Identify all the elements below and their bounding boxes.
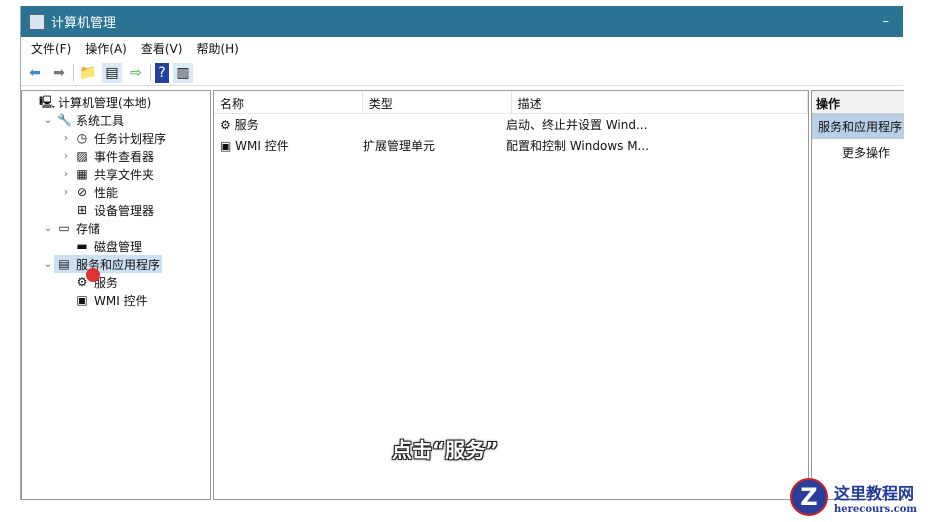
item-description: 配置和控制 Windows M... [506, 139, 649, 153]
help-icon[interactable]: ? [155, 62, 169, 83]
tree-item-label: 任务计划程序 [94, 131, 167, 146]
item-name: WMI 控件 [235, 139, 289, 153]
export-list-icon[interactable]: ⇨ [126, 63, 146, 83]
show-hide-tree-icon[interactable]: ▤ [102, 62, 122, 83]
expand-arrow-icon[interactable]: › [60, 187, 72, 198]
watermark-url: herecours.com [834, 503, 918, 515]
item-description: 启动、终止并设置 Wind... [506, 118, 648, 132]
watermark-logo: Z 这里教程网 herecours.com [790, 478, 917, 516]
toolbar-separator [73, 63, 74, 82]
item-name: 服务 [234, 118, 259, 132]
wmi-icon: ▣ [220, 139, 236, 153]
list-item[interactable]: ▣ WMI 控件 扩展管理单元 配置和控制 Windows M... [214, 135, 808, 156]
tools-icon: 🔧 [57, 113, 72, 127]
menu-help[interactable]: 帮助(H) [196, 40, 238, 57]
toolbar: ⬅ ➡ 📁 ▤ ⇨ ? ▥ [21, 60, 903, 86]
up-folder-icon[interactable]: 📁 [78, 63, 98, 83]
watermark-title: 这里教程网 [834, 483, 915, 503]
forward-icon[interactable]: ➡ [49, 63, 69, 83]
storage-icon: ▭ [58, 221, 70, 235]
more-actions-link[interactable]: 更多操作 [812, 139, 904, 161]
tree-item[interactable]: ⚙ 服务 [22, 273, 210, 291]
actions-header: 操作 [812, 91, 904, 114]
gear-icon: ⚙ [220, 118, 235, 132]
tree-item[interactable]: ▬ 磁盘管理 [22, 237, 210, 255]
column-description[interactable]: 描述 [512, 91, 809, 113]
expand-arrow-icon[interactable]: ⌄ [42, 259, 54, 270]
computer-management-window: 计算机管理 – 文件(F) 操作(A) 查看(V) 帮助(H) ⬅ ➡ 📁 ▤ … [20, 6, 904, 500]
tree-item[interactable]: 🖳 计算机管理(本地) [22, 93, 210, 111]
caption: 点击“服务” [392, 438, 499, 462]
tree-item[interactable]: ▣ WMI 控件 [22, 291, 210, 309]
tree-item[interactable]: › ⊘ 性能 [22, 183, 210, 201]
clock-icon: ◷ [76, 131, 88, 145]
performance-icon: ⊘ [76, 185, 88, 199]
actions-section[interactable]: 服务和应用程序 [812, 114, 904, 139]
computer-management-icon [29, 13, 45, 30]
computer-icon: 🖳 [39, 95, 56, 109]
shared-folder-icon: ▦ [76, 167, 88, 181]
expand-arrow-icon[interactable]: ⌄ [42, 223, 54, 234]
item-type: 扩展管理单元 [363, 139, 436, 153]
tree-item[interactable]: ▤ 服务和应用程序 [54, 255, 163, 273]
menu-view[interactable]: 查看(V) [141, 40, 183, 57]
event-viewer-icon: ▨ [76, 149, 88, 163]
minimize-button[interactable]: – [883, 14, 890, 29]
disk-icon: ▬ [76, 239, 88, 253]
window-title: 计算机管理 [51, 16, 117, 31]
logo-z-icon: Z [790, 478, 828, 516]
expand-arrow-icon[interactable]: › [60, 169, 72, 180]
tree-item-label: 磁盘管理 [94, 239, 143, 254]
tree-item-label: 计算机管理(本地) [58, 95, 152, 110]
column-name[interactable]: 名称 [214, 91, 363, 113]
tree-item[interactable]: › ▨ 事件查看器 [22, 147, 210, 165]
show-hide-action-pane-icon[interactable]: ▥ [173, 62, 193, 83]
tree-item-label: 设备管理器 [94, 203, 155, 218]
tree-item-label: WMI 控件 [94, 293, 148, 308]
expand-arrow-icon[interactable]: › [60, 133, 72, 144]
list-header: 名称 类型 描述 [214, 91, 809, 114]
tree-pane: 🖳 计算机管理(本地) ⌄ 🔧 系统工具 › ◷ 任务计划程序 › ▨ 事件查看器 › ▦ 共享文件夹 › ⊘… [21, 90, 211, 500]
tree-item[interactable]: › ◷ 任务计划程序 [22, 129, 210, 147]
tree-row: ⌄ ▤ 服务和应用程序 [22, 255, 210, 273]
tree-item-label: 存储 [76, 221, 101, 236]
list-item[interactable]: ⚙ 服务 启动、终止并设置 Wind... [214, 114, 808, 135]
tree-item-label: 共享文件夹 [94, 167, 155, 182]
tree-item[interactable]: ⌄ ▭ 存储 [22, 219, 210, 237]
title-bar: 计算机管理 – [21, 6, 903, 37]
device-manager-icon: ⊞ [76, 203, 88, 217]
tree-item[interactable]: ⌄ 🔧 系统工具 [22, 111, 210, 129]
menu-file[interactable]: 文件(F) [31, 40, 71, 57]
toolbar-separator [150, 63, 151, 82]
back-icon[interactable]: ⬅ [25, 63, 45, 83]
tree-item[interactable]: › ▦ 共享文件夹 [22, 165, 210, 183]
services-apps-icon: ▤ [58, 257, 70, 271]
menu-action[interactable]: 操作(A) [85, 40, 127, 57]
expand-arrow-icon[interactable]: ⌄ [42, 115, 54, 126]
tree-item-label: 事件查看器 [94, 149, 155, 164]
tree-item[interactable]: ⊞ 设备管理器 [22, 201, 210, 219]
tree-item-label: 系统工具 [76, 113, 125, 128]
column-type[interactable]: 类型 [363, 91, 512, 113]
tree-item-label: 性能 [94, 185, 119, 200]
menu-bar: 文件(F) 操作(A) 查看(V) 帮助(H) [21, 37, 903, 60]
expand-arrow-icon[interactable]: › [60, 151, 72, 162]
actions-pane: 操作 服务和应用程序 更多操作 [811, 90, 904, 500]
list-pane: 名称 类型 描述 ⚙ 服务 启动、终止并设置 Wind... ▣ WMI 控件 … [213, 90, 809, 500]
wmi-icon: ▣ [76, 293, 88, 307]
click-indicator [86, 268, 100, 282]
